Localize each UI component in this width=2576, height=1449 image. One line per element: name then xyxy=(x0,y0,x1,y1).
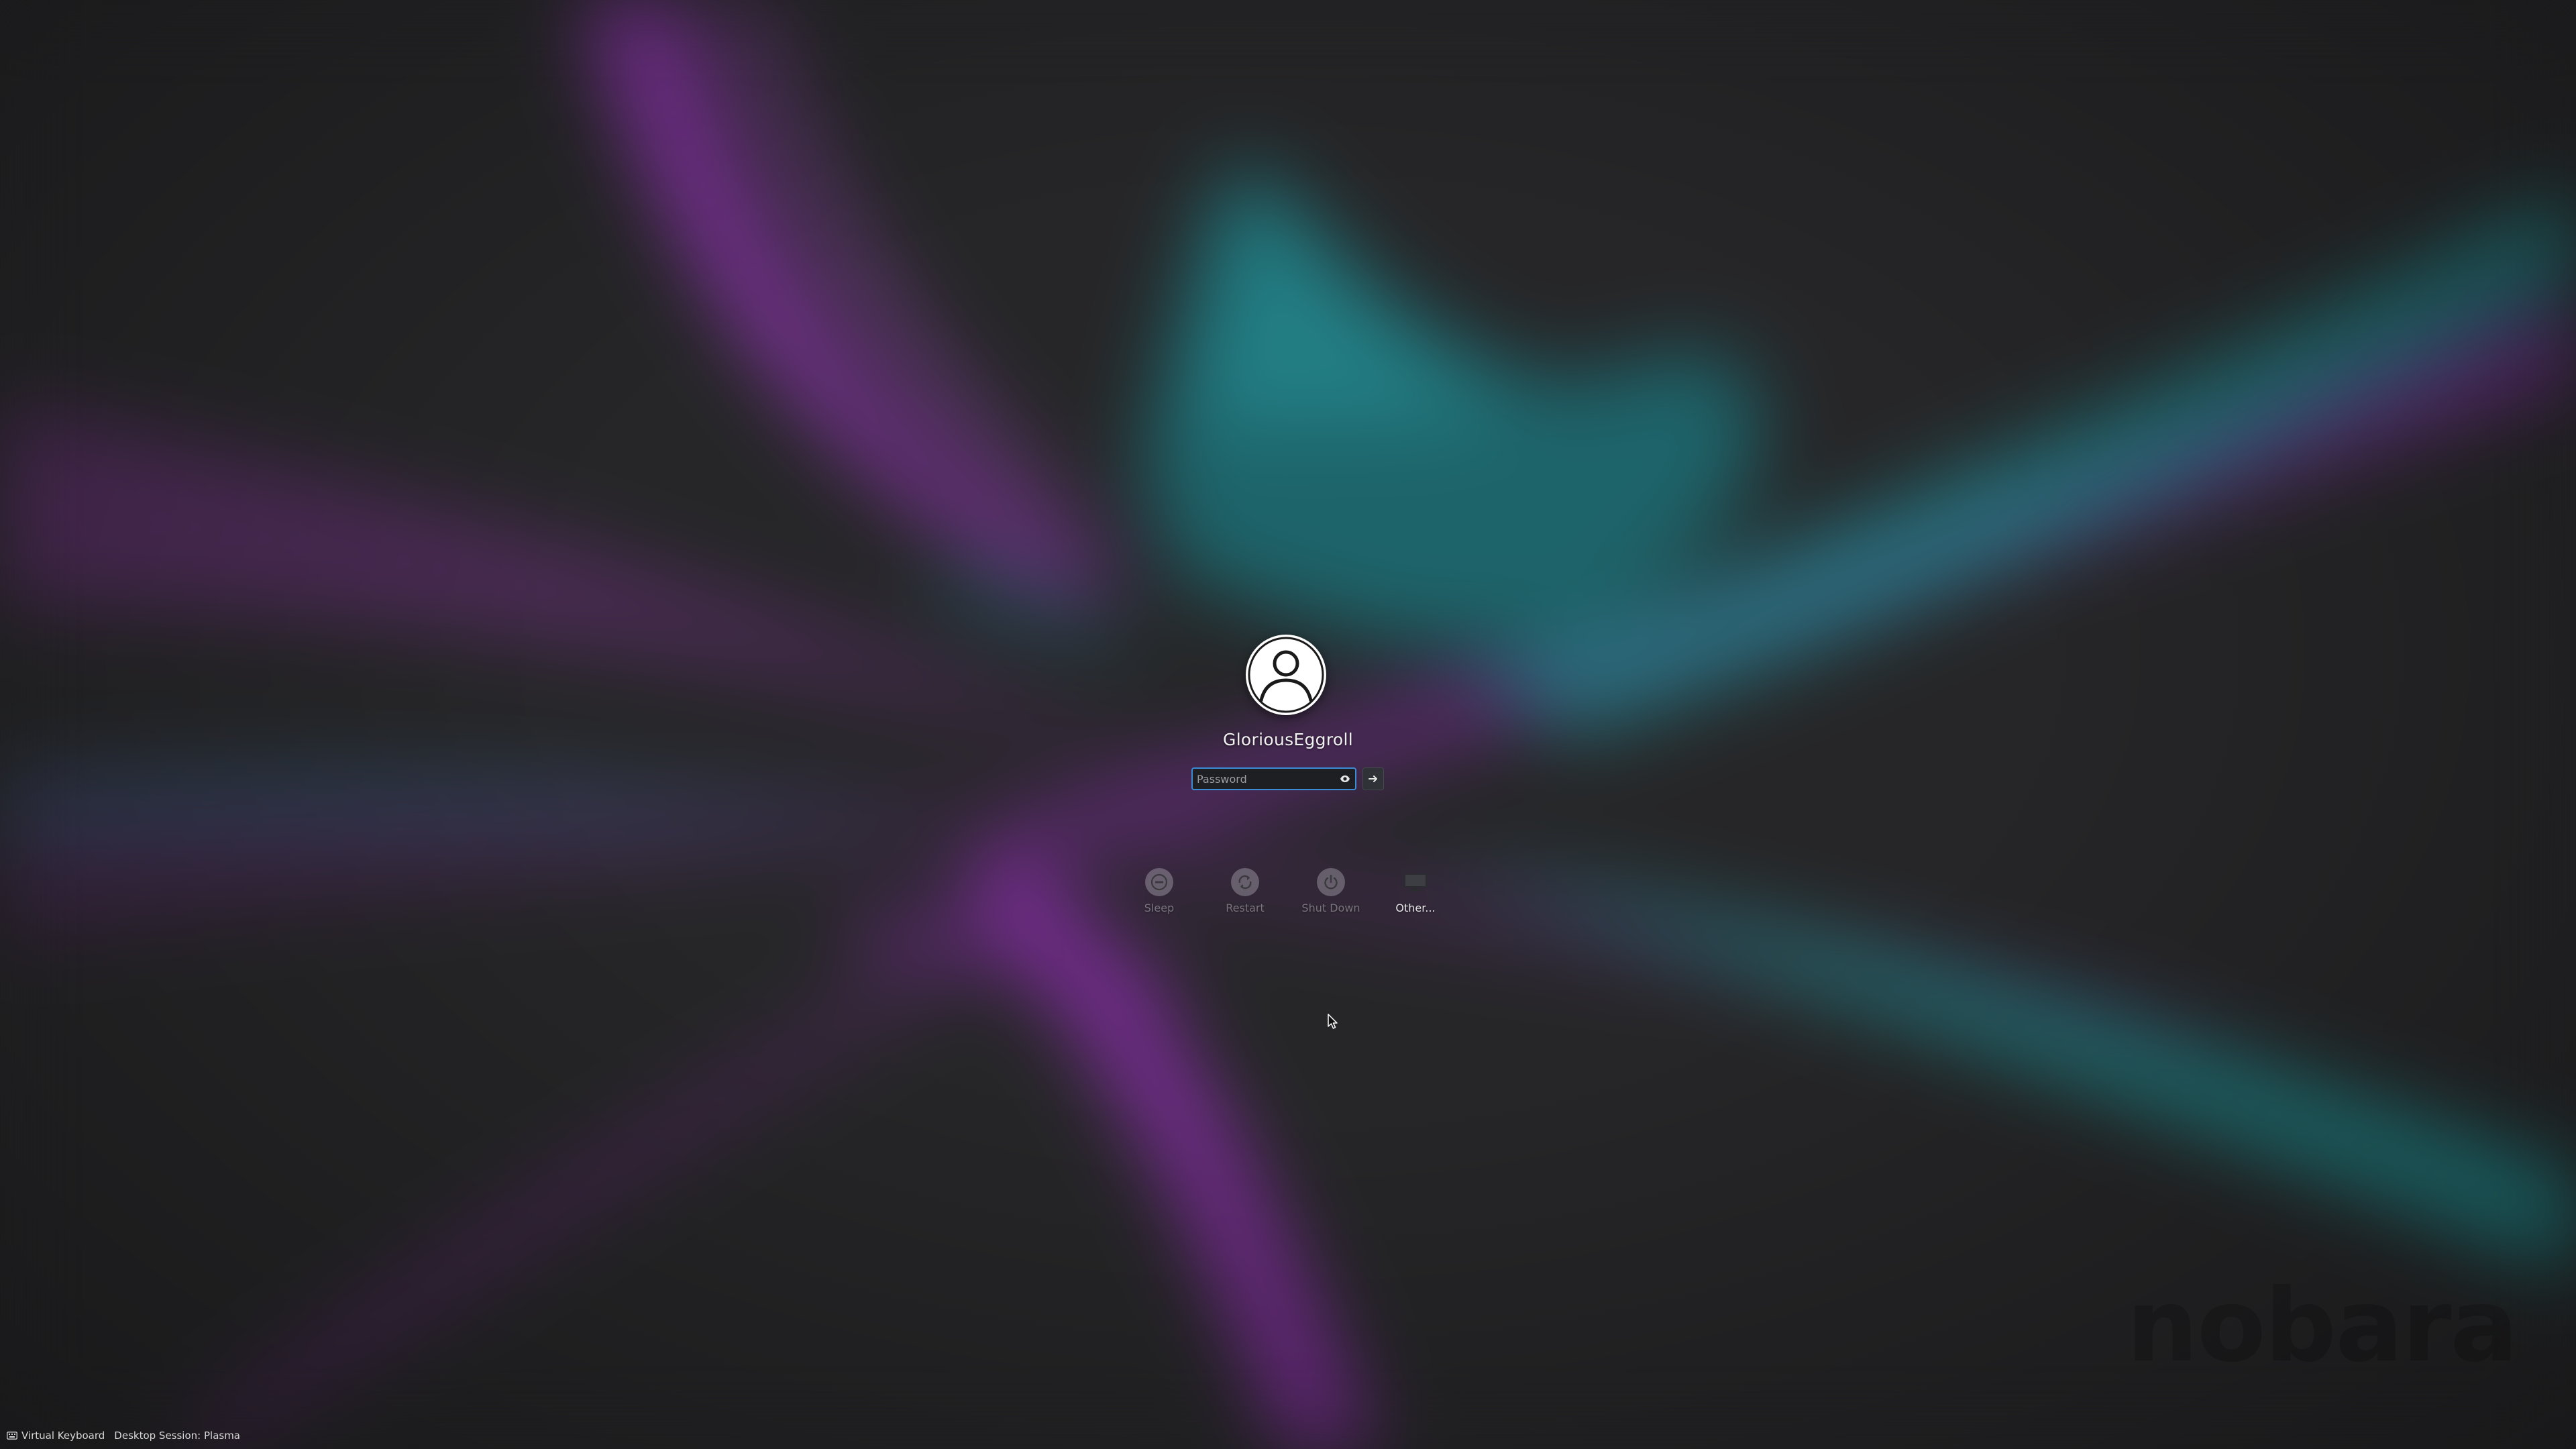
bottom-bar: Virtual Keyboard Desktop Session: Plasma xyxy=(7,1428,250,1444)
reveal-password-button[interactable] xyxy=(1338,772,1352,786)
shut-down-label: Shut Down xyxy=(1301,902,1360,914)
virtual-keyboard-label: Virtual Keyboard xyxy=(21,1430,105,1442)
mouse-cursor-icon xyxy=(1328,1014,1338,1029)
eye-icon xyxy=(1340,775,1350,782)
monitor-icon xyxy=(1401,868,1430,896)
distro-watermark: nobara xyxy=(2127,1268,2518,1385)
other-user-label: Other... xyxy=(1395,902,1436,914)
keyboard-icon xyxy=(7,1432,17,1440)
username-label: GloriousEggroll xyxy=(1223,730,1353,749)
restart-icon xyxy=(1231,868,1259,896)
desktop-session-button[interactable]: Desktop Session: Plasma xyxy=(114,1430,240,1442)
sleep-button[interactable]: Sleep xyxy=(1119,865,1199,919)
user-avatar[interactable] xyxy=(1246,635,1326,715)
restart-label: Restart xyxy=(1226,902,1265,914)
desktop-session-label: Desktop Session: Plasma xyxy=(114,1430,241,1442)
arrow-right-icon xyxy=(1368,775,1377,782)
password-field[interactable] xyxy=(1191,767,1356,790)
other-user-button[interactable]: Other... xyxy=(1375,865,1456,919)
restart-button[interactable]: Restart xyxy=(1205,865,1285,919)
shut-down-button[interactable]: Shut Down xyxy=(1291,865,1371,919)
login-screen: nobara GloriousEggroll Sleep Restart Shu… xyxy=(0,0,2576,1449)
wallpaper xyxy=(0,0,2576,1449)
login-button[interactable] xyxy=(1362,767,1384,790)
power-icon xyxy=(1317,868,1345,896)
sleep-icon xyxy=(1145,868,1173,896)
user-icon xyxy=(1248,637,1324,713)
sleep-label: Sleep xyxy=(1144,902,1175,914)
password-input[interactable] xyxy=(1197,770,1328,788)
virtual-keyboard-button[interactable]: Virtual Keyboard xyxy=(7,1430,105,1442)
